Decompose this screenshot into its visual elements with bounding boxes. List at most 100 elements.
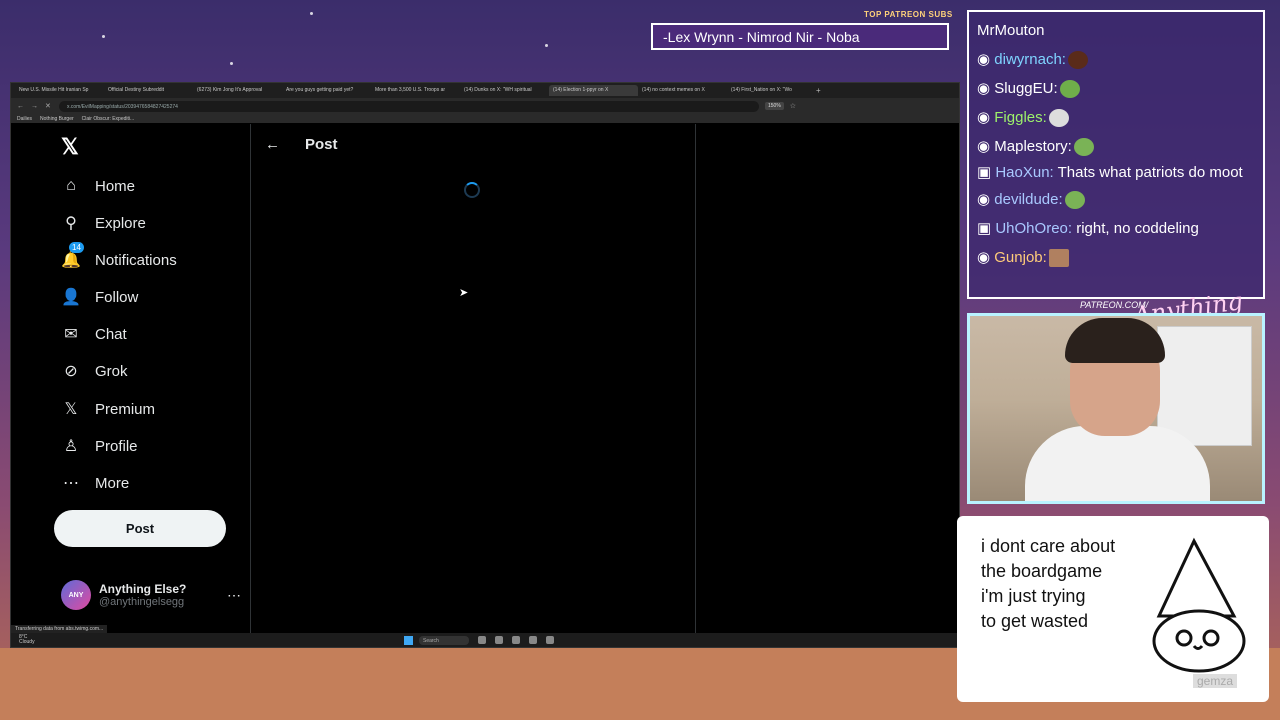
- browser-tab[interactable]: (6273) Kim Jong It's Approval: [193, 85, 282, 96]
- account-info: Anything Else? @anythingelsegg: [99, 582, 186, 608]
- meme-caption: i dont care about the boardgame i'm just…: [981, 534, 1115, 634]
- sidebar-item-label: Home: [95, 177, 136, 195]
- sidebar-item-label: Chat: [95, 325, 127, 343]
- sidebar-item-home[interactable]: ⌂ Home: [61, 176, 135, 196]
- chat-message: ▣ HaoXun: Thats what patriots do moot: [977, 164, 1243, 181]
- patreon-subs-label: TOP PATREON SUBS: [864, 10, 953, 19]
- bell-glyph: 🔔: [61, 252, 81, 269]
- browser-tabbar: New U.S. Missile Hit Iranian Sp Official…: [11, 83, 959, 98]
- browser-window: New U.S. Missile Hit Iranian Sp Official…: [10, 82, 960, 648]
- bookmarks-bar: Dailies Nothing Burger Clair Obscur: Exp…: [11, 114, 959, 123]
- patreon-subs-names: -Lex Wrynn - Nimrod Nir - Noba: [651, 23, 949, 50]
- stream-chat-overlay: MrMouton ◉ diwyrnach: ◉ SluggEU: ◉ Figgl…: [967, 10, 1265, 299]
- x-page: 𝕏 ⌂ Home ⚲ Explore 🔔 14 Notifications 👤 …: [11, 124, 959, 633]
- new-tab-button[interactable]: +: [816, 86, 826, 95]
- sidebar-item-label: Premium: [95, 400, 156, 418]
- chat-username: Maplestory:: [994, 138, 1072, 155]
- bookmark-star-icon[interactable]: ☆: [790, 102, 798, 110]
- sidebar-item-chat[interactable]: ✉ Chat: [61, 324, 127, 344]
- weather-widget[interactable]: 8°C Cloudy: [19, 635, 59, 645]
- back-nav-icon[interactable]: ←: [17, 103, 25, 110]
- sidebar-item-notifications[interactable]: 🔔 14 Notifications: [61, 242, 177, 270]
- chat-message: ◉ SluggEU:: [977, 74, 1255, 103]
- sidebar-item-explore[interactable]: ⚲ Explore: [61, 213, 146, 233]
- chat-username: UhOhOreo:: [995, 220, 1073, 237]
- meme-character-drawing: [1152, 537, 1246, 673]
- taskbar-app-icon[interactable]: [478, 636, 486, 644]
- browser-tab[interactable]: (14) no context memes on X: [638, 85, 727, 96]
- sidebar-item-follow[interactable]: 👤 Follow: [61, 287, 138, 307]
- sidebar-item-label: More: [95, 474, 130, 492]
- emote-icon: [1048, 249, 1069, 268]
- chat-username: HaoXun:: [995, 164, 1054, 181]
- browser-tab[interactable]: Official Destiny Subreddit: [104, 85, 193, 96]
- browser-tab[interactable]: Are you guys getting paid yet?: [282, 85, 371, 96]
- notification-count-badge: 14: [69, 242, 84, 253]
- browser-tab[interactable]: (14) First_Nation on X: "Wo: [727, 85, 816, 96]
- x-main-column: ← Post ➤: [251, 124, 696, 633]
- sidebar-item-premium[interactable]: 𝕏 Premium: [61, 399, 155, 419]
- chat-username: SluggEU:: [994, 80, 1058, 97]
- browser-tab-active[interactable]: (14) Election 1-ppyr on X: [549, 85, 638, 96]
- chat-message: ◉ devildude:: [977, 185, 1255, 214]
- meme-line: i dont care about: [981, 536, 1116, 556]
- chat-text: right, no coddeling: [1076, 220, 1199, 237]
- emote-icon: [1073, 138, 1094, 157]
- sidebar-item-label: Explore: [95, 214, 146, 232]
- emote-icon: [1059, 80, 1080, 99]
- chat-message: ◉ Figgles:: [977, 103, 1255, 132]
- chat-message: ◉ diwyrnach:: [977, 45, 1255, 74]
- taskbar-search-input[interactable]: Search: [419, 635, 469, 645]
- taskbar-app-icon[interactable]: [495, 636, 503, 644]
- back-arrow-icon[interactable]: ←: [265, 136, 280, 153]
- bookmark-item[interactable]: Clair Obscur: Expediti...: [82, 116, 135, 122]
- taskbar-app-icon[interactable]: [546, 636, 554, 644]
- browser-tab[interactable]: More than 3,500 U.S. Troops ar: [371, 85, 460, 96]
- bookmark-item[interactable]: Dailies: [17, 116, 32, 122]
- bell-icon: 🔔 14: [61, 242, 84, 270]
- chat-username: diwyrnach:: [994, 51, 1066, 68]
- stop-loading-icon[interactable]: ✕: [45, 102, 53, 110]
- taskbar-app-icon[interactable]: [512, 636, 520, 644]
- grok-icon: ⊘: [64, 363, 78, 380]
- sidebar-item-profile[interactable]: ♙ Profile: [61, 436, 138, 456]
- sidebar-item-more[interactable]: ⋯ More: [61, 473, 129, 493]
- windows-start-icon[interactable]: [404, 635, 413, 645]
- mouse-cursor-icon: ➤: [459, 287, 469, 299]
- post-button[interactable]: Post: [54, 510, 226, 547]
- sidebar-item-grok[interactable]: ⊘ Grok: [61, 361, 127, 381]
- url-input[interactable]: x.com/EvilMapping/status/203947658482742…: [59, 100, 759, 112]
- webcam-person-shirt: [1025, 426, 1210, 501]
- browser-tab[interactable]: (14) Dunks on X: "WH spiritual: [460, 85, 549, 96]
- windows-taskbar: 8°C Cloudy Search: [11, 633, 959, 647]
- follow-icon: 👤: [61, 289, 81, 306]
- search-icon: ⚲: [65, 215, 77, 232]
- chat-username: MrMouton: [977, 22, 1045, 39]
- more-options-icon[interactable]: ⋯: [227, 587, 241, 604]
- x-premium-icon: 𝕏: [64, 401, 78, 418]
- zoom-level-badge[interactable]: 150%: [765, 102, 784, 110]
- chat-message: ◉ Maplestory:: [977, 132, 1255, 161]
- meme-overlay: i dont care about the boardgame i'm just…: [957, 516, 1269, 702]
- chat-username: Gunjob:: [994, 249, 1047, 266]
- x-logo-icon[interactable]: 𝕏: [61, 134, 79, 160]
- webcam-feed: [967, 313, 1265, 504]
- browser-status-text: Transferring data from abs.twimg.com...: [11, 625, 108, 633]
- forward-nav-icon[interactable]: →: [31, 103, 39, 110]
- webcam-person-hair: [1065, 318, 1165, 363]
- taskbar-app-icon[interactable]: [529, 636, 537, 644]
- account-name: Anything Else?: [99, 582, 187, 596]
- page-title: Post: [305, 136, 338, 153]
- address-bar: ← → ✕ x.com/EvilMapping/status/203947658…: [11, 98, 959, 114]
- account-switcher[interactable]: ANY Anything Else? @anythingelsegg ⋯: [61, 580, 241, 610]
- profile-icon: ♙: [63, 438, 79, 455]
- account-handle: @anythingelsegg: [99, 596, 185, 608]
- meme-watermark: gemza: [1192, 674, 1237, 688]
- meme-line: to get wasted: [981, 611, 1089, 631]
- chat-username: devildude:: [994, 191, 1063, 208]
- chat-text: Thats what patriots do moot: [1057, 164, 1243, 181]
- bookmark-item[interactable]: Nothing Burger: [40, 116, 74, 122]
- browser-tab[interactable]: New U.S. Missile Hit Iranian Sp: [15, 85, 104, 96]
- mail-icon: ✉: [64, 326, 78, 343]
- emote-icon: [1064, 191, 1085, 210]
